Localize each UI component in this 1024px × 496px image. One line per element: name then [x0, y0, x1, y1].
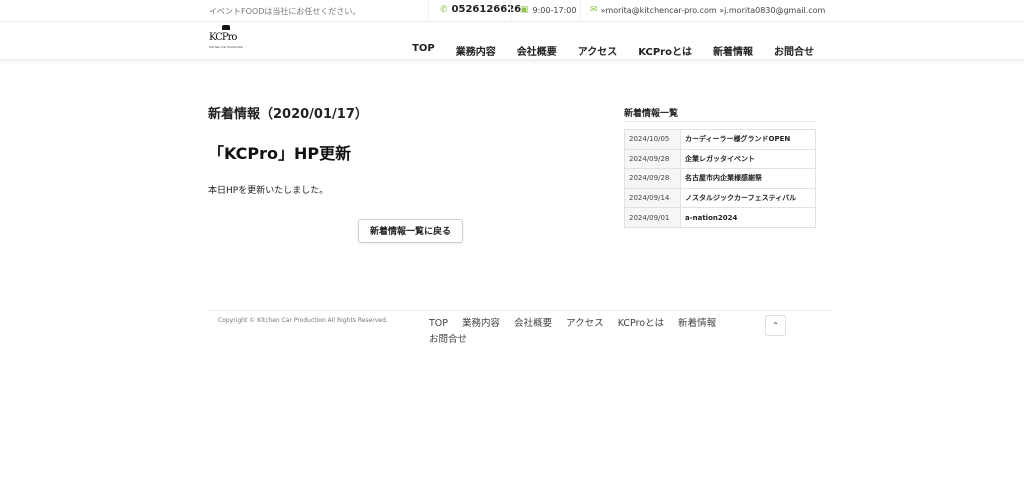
tagline: イベントFOODは当社にお任せください。	[209, 7, 361, 16]
divider	[510, 0, 511, 22]
copyright: Copyright © Kitchen Car Production All R…	[218, 317, 388, 324]
calendar-clock-icon: ▣	[520, 5, 529, 15]
footer-nav-about[interactable]: KCProとは	[618, 318, 664, 329]
nav-access[interactable]: アクセス	[578, 43, 618, 58]
nav-company[interactable]: 会社概要	[517, 43, 557, 58]
site-header: KCPro Kitchen Car Production TOP 業務内容 会社…	[0, 22, 1024, 60]
footer-nav-news[interactable]: 新着情報	[678, 318, 716, 329]
news-row[interactable]: 2024/09/14 ノスタルジックカーフェスティバル	[624, 187, 816, 209]
back-to-top-button[interactable]: ⌃	[765, 315, 786, 336]
news-title-link[interactable]: カーディーラー様グランドOPEN	[680, 129, 816, 150]
logo-main: KCP	[209, 32, 229, 43]
nav-news[interactable]: 新着情報	[713, 43, 753, 58]
news-title-link[interactable]: ノスタルジックカーフェスティバル	[680, 187, 816, 209]
divider	[208, 310, 832, 311]
phone-contact[interactable]: ✆ 0526126626	[440, 4, 521, 15]
nav-about[interactable]: KCProとは	[638, 43, 692, 58]
divider	[428, 0, 429, 22]
news-date: 2024/10/05	[624, 129, 681, 150]
news-list: 2024/10/05 カーディーラー様グランドOPEN 2024/09/28 企…	[624, 129, 816, 228]
main-content: 新着情報（2020/01/17） 「KCPro」HP更新 本日HPを更新いたしま…	[0, 60, 1024, 310]
news-date: 2024/09/28	[624, 168, 681, 189]
post-title: 新着情報（2020/01/17）	[208, 107, 368, 122]
news-row[interactable]: 2024/10/05 カーディーラー様グランドOPEN	[624, 129, 816, 150]
nav-services[interactable]: 業務内容	[456, 43, 496, 58]
phone-icon: ✆	[440, 4, 448, 15]
main-nav: TOP 業務内容 会社概要 アクセス KCProとは 新着情報 お問合せ	[391, 43, 814, 58]
site-footer: Copyright © Kitchen Car Production All R…	[0, 310, 1024, 370]
news-date: 2024/09/28	[624, 148, 681, 170]
email-text[interactable]: »morita@kitchencar-pro.com »j.morita0830…	[601, 6, 826, 15]
news-title-link[interactable]: 名古屋市内企業様感謝祭	[680, 168, 816, 189]
logo-subtitle: Kitchen Car Production	[209, 45, 244, 49]
hours-text: 9:00-17:00	[532, 5, 577, 15]
news-date: 2024/09/01	[624, 207, 681, 228]
sidebar-title: 新着情報一覧	[624, 109, 679, 119]
news-title-link[interactable]: a-nation2024	[680, 207, 816, 228]
post-heading: 「KCPro」HP更新	[208, 144, 352, 163]
back-to-news-button[interactable]: 新着情報一覧に戻る	[358, 219, 463, 243]
business-hours: ▣ 9:00-17:00	[520, 5, 576, 15]
logo-suffix: ro	[227, 32, 238, 43]
footer-nav-top[interactable]: TOP	[429, 318, 448, 329]
nav-contact[interactable]: お問合せ	[774, 43, 814, 58]
site-logo[interactable]: KCPro Kitchen Car Production	[209, 25, 247, 54]
footer-nav-services[interactable]: 業務内容	[462, 318, 500, 329]
footer-nav: TOP 業務内容 会社概要 アクセス KCProとは 新着情報 お問合せ	[429, 316, 729, 348]
mail-icon: ✉	[590, 5, 598, 15]
news-date: 2024/09/14	[624, 187, 681, 209]
footer-nav-company[interactable]: 会社概要	[514, 318, 552, 329]
news-row[interactable]: 2024/09/28 企業レガッタイベント	[624, 148, 816, 170]
news-title-link[interactable]: 企業レガッタイベント	[680, 148, 816, 170]
chevron-up-icon: ⌃	[772, 321, 779, 330]
top-info-bar: イベントFOODは当社にお任せください。 ✆ 0526126626 ▣ 9:00…	[0, 0, 1024, 22]
footer-nav-access[interactable]: アクセス	[566, 318, 604, 329]
email-contact[interactable]: ✉ »morita@kitchencar-pro.com »j.morita08…	[590, 5, 825, 15]
news-row[interactable]: 2024/09/28 名古屋市内企業様感謝祭	[624, 168, 816, 189]
news-row[interactable]: 2024/09/01 a-nation2024	[624, 207, 816, 228]
divider	[624, 121, 816, 122]
chef-hat-icon	[222, 25, 230, 30]
divider	[580, 0, 581, 22]
nav-top[interactable]: TOP	[412, 43, 435, 58]
post-body: 本日HPを更新いたしました。	[208, 186, 329, 196]
footer-nav-contact[interactable]: お問合せ	[429, 334, 467, 345]
